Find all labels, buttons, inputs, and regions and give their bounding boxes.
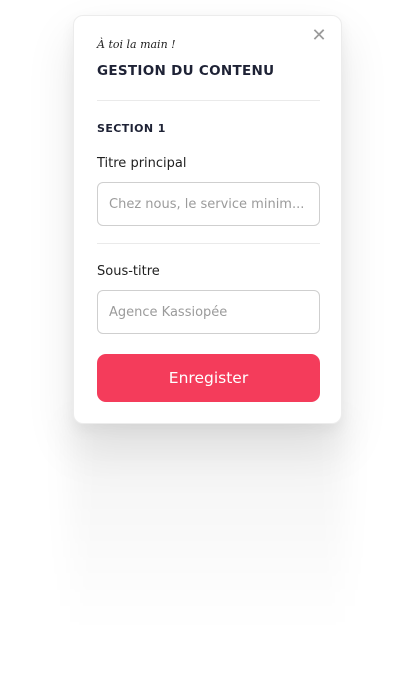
title-divider [97,100,320,101]
subtitle-label: Sous-titre [97,264,160,279]
tagline: À toi la main ! [97,38,176,51]
save-button[interactable]: Enregister [97,354,320,402]
section-heading: SECTION 1 [97,122,166,135]
panel-shadow [70,420,345,630]
main-title-input[interactable] [97,182,320,226]
main-title-label: Titre principal [97,156,187,171]
content-editor-panel: ✕ À toi la main ! GESTION DU CONTENU SEC… [73,15,342,424]
subtitle-input[interactable] [97,290,320,334]
field-divider [97,243,320,244]
close-icon[interactable]: ✕ [309,26,329,46]
panel-title: GESTION DU CONTENU [97,63,275,79]
